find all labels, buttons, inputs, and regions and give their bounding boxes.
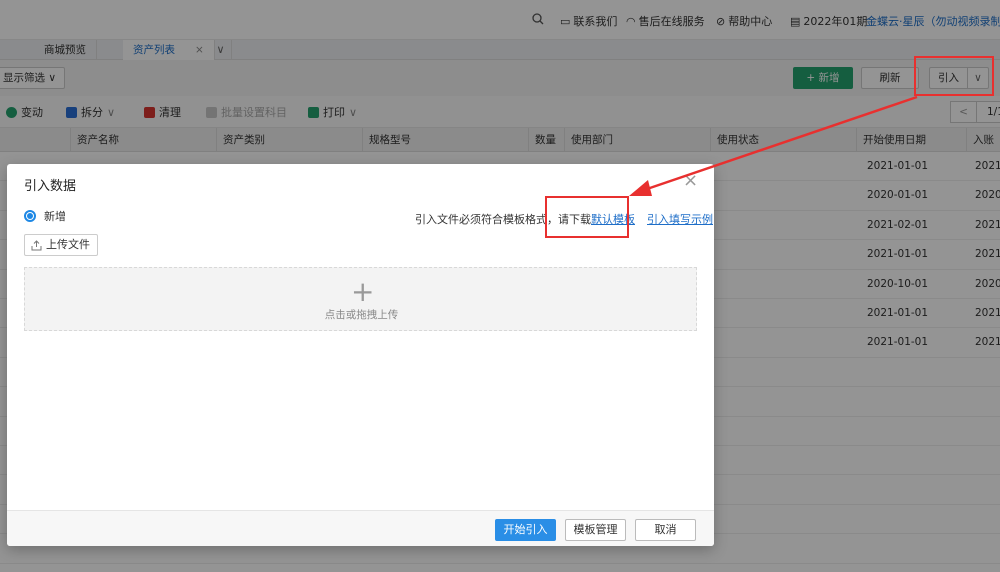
radio-label: 新增 [44, 210, 66, 223]
template-manage-button[interactable]: 模板管理 [565, 519, 626, 541]
upload-icon [31, 239, 42, 250]
dialog-footer: 开始引入 模板管理 取消 [7, 510, 714, 546]
upload-file-button[interactable]: 上传文件 [24, 234, 98, 256]
import-highlight-box [914, 56, 994, 96]
plus-icon: + [351, 275, 375, 308]
cancel-button[interactable]: 取消 [635, 519, 696, 541]
template-highlight-box [545, 196, 629, 238]
close-icon[interactable]: × [683, 172, 698, 190]
fill-example-link[interactable]: 引入填写示例 [647, 213, 713, 226]
dropzone-hint: 点击或拖拽上传 [324, 309, 399, 321]
dialog-title: 引入数据 [24, 179, 77, 194]
import-mode-new-radio[interactable]: 新增 [24, 208, 66, 224]
upload-dropzone[interactable]: + 点击或拖拽上传 [24, 267, 697, 331]
start-import-button[interactable]: 开始引入 [495, 519, 556, 541]
radio-selected-icon[interactable] [24, 210, 36, 222]
